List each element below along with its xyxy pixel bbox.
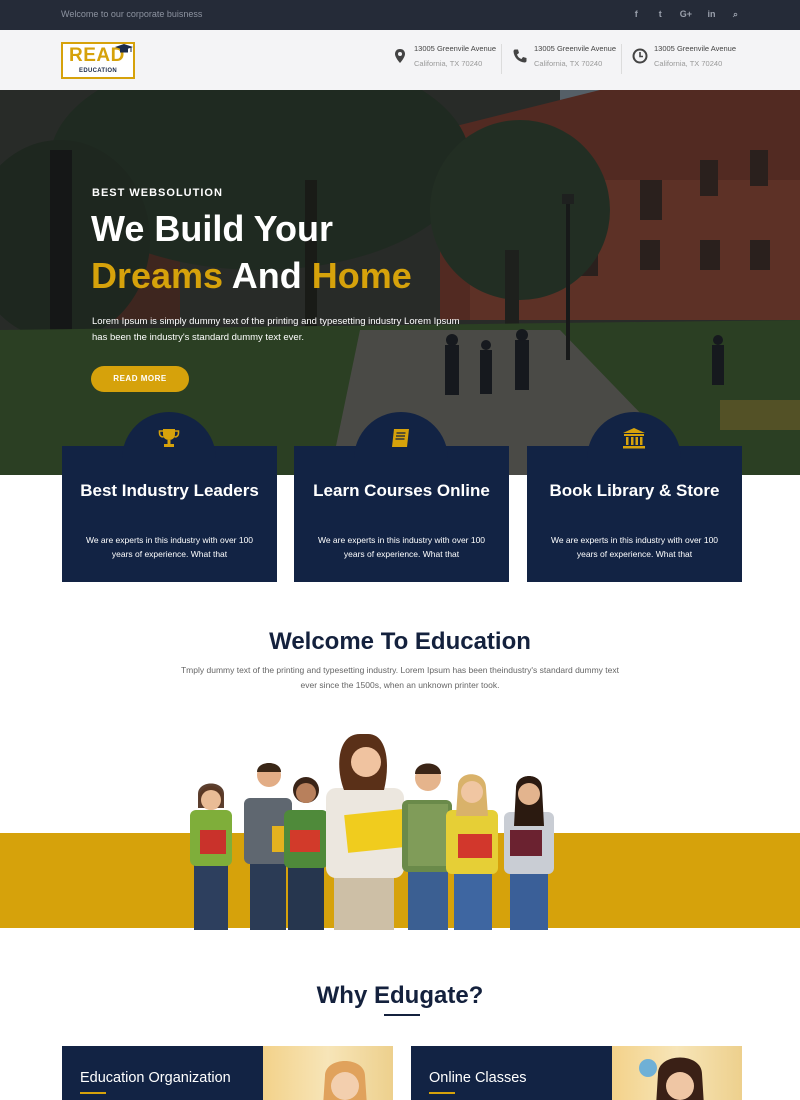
headline-text: And — [223, 255, 312, 296]
divider — [621, 44, 622, 74]
book-icon — [392, 429, 409, 447]
feature-card[interactable]: Learn Courses Online We are experts in t… — [294, 412, 509, 582]
hero-kicker: BEST WEBSOLUTION — [92, 187, 223, 199]
google-plus-icon[interactable]: G+ — [680, 8, 692, 21]
contact-line2: California, TX 70240 — [654, 59, 723, 68]
graduation-cap-icon — [115, 44, 133, 53]
contact-hours: 13005 Greenvile Avenue California, TX 70… — [632, 42, 742, 78]
headline-highlight: Home — [311, 255, 412, 296]
logo-subtitle: EDUCATION — [79, 68, 117, 74]
map-pin-icon — [395, 49, 405, 63]
welcome-message: Welcome to our corporate buisness — [61, 9, 203, 19]
why-card-title: Education Organization — [80, 1070, 231, 1086]
clock-icon — [632, 48, 648, 64]
welcome-text: Tmply dummy text of the printing and typ… — [180, 665, 619, 690]
students-group-image — [190, 734, 554, 930]
top-bar: Welcome to our corporate buisness f t G+… — [0, 0, 800, 30]
contact-line1: 13005 Greenvile Avenue — [654, 44, 737, 53]
card-text: We are experts in this industry with ove… — [85, 535, 254, 559]
why-title: Why Edugate? — [316, 982, 484, 1009]
search-icon[interactable]: ⌕ — [731, 8, 740, 21]
contact-line1: 13005 Greenvile Avenue — [414, 44, 497, 53]
headline-highlight: Dreams — [91, 255, 224, 296]
linkedin-icon[interactable]: in — [707, 8, 716, 21]
phone-icon — [513, 49, 527, 63]
twitter-icon[interactable]: t — [656, 8, 665, 21]
site-header: READ EDUCATION 13005 Greenvile Avenue Ca… — [0, 30, 800, 90]
contact-line1: 13005 Greenvile Avenue — [534, 44, 617, 53]
student-photo — [639, 1057, 704, 1100]
hero-headline-line1: We Build Your — [91, 208, 334, 249]
contact-phone: 13005 Greenvile Avenue California, TX 70… — [512, 42, 622, 78]
contact-address: 13005 Greenvile Avenue California, TX 70… — [392, 42, 502, 78]
why-card-underline — [80, 1092, 106, 1094]
card-title: Learn Courses Online — [313, 481, 490, 500]
facebook-icon[interactable]: f — [632, 8, 641, 21]
hero-headline-line2: Dreams And Home — [91, 255, 412, 297]
read-more-button[interactable]: READ MORE — [91, 366, 189, 392]
card-title: Best Industry Leaders — [80, 481, 259, 500]
welcome-title: Welcome To Education — [269, 628, 531, 655]
why-card[interactable]: Education Organization — [62, 1046, 393, 1100]
hero-description: Lorem Ipsum is simply dummy text of the … — [92, 316, 460, 343]
contact-line2: California, TX 70240 — [414, 59, 483, 68]
student-photo — [323, 1061, 367, 1100]
social-links: f t G+ in ⌕ — [632, 8, 740, 21]
library-icon — [623, 428, 645, 449]
why-card[interactable]: Online Classes — [411, 1046, 742, 1100]
why-card-photo — [263, 1046, 393, 1100]
why-card-title: Online Classes — [429, 1070, 527, 1086]
feature-card[interactable]: Book Library & Store We are experts in t… — [527, 412, 742, 582]
card-text: We are experts in this industry with ove… — [317, 535, 486, 559]
trophy-icon — [158, 429, 180, 447]
card-text: We are experts in this industry with ove… — [550, 535, 719, 559]
card-title: Book Library & Store — [549, 481, 720, 500]
title-underline — [384, 1014, 420, 1016]
divider — [501, 44, 502, 74]
site-logo[interactable]: READ EDUCATION — [61, 42, 135, 79]
feature-card[interactable]: Best Industry Leaders We are experts in … — [62, 412, 277, 582]
why-card-underline — [429, 1092, 455, 1094]
contact-line2: California, TX 70240 — [534, 59, 603, 68]
why-card-photo — [612, 1046, 742, 1100]
